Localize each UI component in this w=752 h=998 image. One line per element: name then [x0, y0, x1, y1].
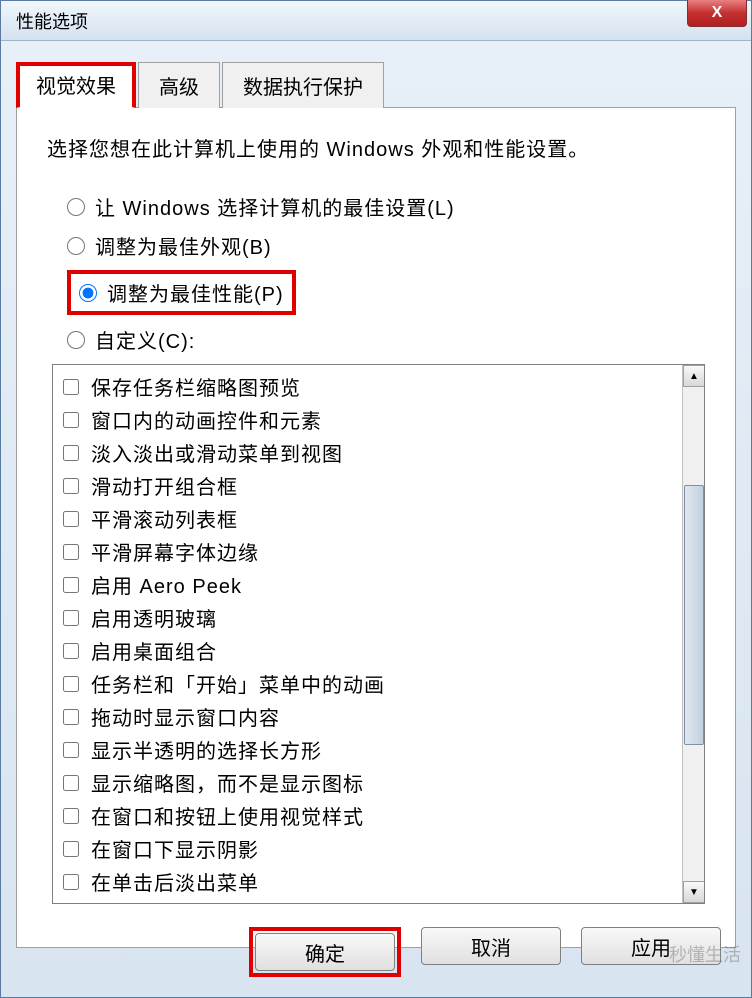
titlebar: 性能选项 X [1, 1, 751, 41]
checkbox-label: 启用 Aero Peek [91, 570, 242, 599]
checkbox-list: 保存任务栏缩略图预览窗口内的动画控件和元素淡入淡出或滑动菜单到视图滑动打开组合框… [52, 364, 705, 904]
checkbox-item[interactable]: 启用 Aero Peek [63, 568, 694, 601]
scroll-down-button[interactable]: ▼ [683, 881, 705, 903]
checkbox-label: 淡入淡出或滑动菜单到视图 [91, 438, 343, 467]
checkbox-label: 显示缩略图，而不是显示图标 [91, 768, 364, 797]
checkbox-input[interactable] [63, 544, 79, 560]
tab-strip: 视觉效果 高级 数据执行保护 [16, 61, 736, 108]
checkbox-input[interactable] [63, 841, 79, 857]
radio-auto-input[interactable] [67, 198, 85, 216]
radio-custom[interactable]: 自定义(C): [67, 325, 705, 354]
checkbox-input[interactable] [63, 676, 79, 692]
checkbox-input[interactable] [63, 511, 79, 527]
button-bar: 确定 取消 应用 [249, 927, 721, 977]
tab-dep[interactable]: 数据执行保护 [222, 62, 384, 108]
radio-custom-input[interactable] [67, 331, 85, 349]
tab-visual-effects[interactable]: 视觉效果 [16, 62, 136, 108]
checkbox-item[interactable]: 窗口内的动画控件和元素 [63, 403, 694, 436]
checkbox-label: 拖动时显示窗口内容 [91, 702, 280, 731]
apply-button[interactable]: 应用 [581, 927, 721, 965]
checkbox-label: 保存任务栏缩略图预览 [91, 372, 301, 401]
scroll-up-button[interactable]: ▲ [683, 365, 705, 387]
checkbox-item[interactable]: 在单击后淡出菜单 [63, 865, 694, 898]
ok-button[interactable]: 确定 [255, 933, 395, 971]
checkbox-item[interactable]: 平滑屏幕字体边缘 [63, 535, 694, 568]
checkbox-input[interactable] [63, 775, 79, 791]
checkbox-item[interactable]: 拖动时显示窗口内容 [63, 700, 694, 733]
checkbox-item[interactable]: 淡入淡出或滑动菜单到视图 [63, 436, 694, 469]
checkbox-input[interactable] [63, 610, 79, 626]
checkbox-item[interactable]: 启用透明玻璃 [63, 601, 694, 634]
checkbox-label: 平滑屏幕字体边缘 [91, 537, 259, 566]
scrollbar[interactable]: ▲ ▼ [682, 365, 704, 903]
tab-panel-visual: 选择您想在此计算机上使用的 Windows 外观和性能设置。 让 Windows… [16, 108, 736, 948]
radio-best-appearance[interactable]: 调整为最佳外观(B) [67, 231, 705, 260]
checkbox-input[interactable] [63, 412, 79, 428]
checkbox-input[interactable] [63, 808, 79, 824]
checkbox-item[interactable]: 保存任务栏缩略图预览 [63, 370, 694, 403]
checkbox-label: 在单击后淡出菜单 [91, 867, 259, 896]
checkbox-input[interactable] [63, 478, 79, 494]
checkbox-input[interactable] [63, 577, 79, 593]
checkbox-label: 在窗口下显示阴影 [91, 834, 259, 863]
checkbox-input[interactable] [63, 742, 79, 758]
performance-options-window: 性能选项 X 视觉效果 高级 数据执行保护 选择您想在此计算机上使用的 Wind… [0, 0, 752, 998]
checkbox-item[interactable]: 平滑滚动列表框 [63, 502, 694, 535]
checkbox-list-inner: 保存任务栏缩略图预览窗口内的动画控件和元素淡入淡出或滑动菜单到视图滑动打开组合框… [53, 365, 704, 904]
chevron-up-icon: ▲ [689, 371, 699, 382]
radio-auto-label: 让 Windows 选择计算机的最佳设置(L) [95, 192, 455, 221]
instruction-text: 选择您想在此计算机上使用的 Windows 外观和性能设置。 [47, 133, 705, 162]
window-title: 性能选项 [16, 8, 88, 34]
checkbox-input[interactable] [63, 709, 79, 725]
checkbox-item[interactable]: 任务栏和「开始」菜单中的动画 [63, 667, 694, 700]
checkbox-item[interactable]: 在视图中淡入淡出或滑动工具条提示 [63, 898, 694, 904]
checkbox-label: 窗口内的动画控件和元素 [91, 405, 322, 434]
checkbox-label: 平滑滚动列表框 [91, 504, 238, 533]
chevron-down-icon: ▼ [689, 887, 699, 898]
radio-auto[interactable]: 让 Windows 选择计算机的最佳设置(L) [67, 192, 705, 221]
checkbox-item[interactable]: 在窗口和按钮上使用视觉样式 [63, 799, 694, 832]
radio-best-performance-input[interactable] [79, 284, 97, 302]
checkbox-item[interactable]: 显示缩略图，而不是显示图标 [63, 766, 694, 799]
close-icon: X [712, 4, 723, 22]
checkbox-input[interactable] [63, 874, 79, 890]
checkbox-label: 显示半透明的选择长方形 [91, 735, 322, 764]
checkbox-label: 滑动打开组合框 [91, 471, 238, 500]
scroll-thumb[interactable] [684, 485, 704, 745]
checkbox-input[interactable] [63, 445, 79, 461]
checkbox-item[interactable]: 在窗口下显示阴影 [63, 832, 694, 865]
radio-best-performance[interactable]: 调整为最佳性能(P) [67, 270, 296, 315]
radio-best-appearance-label: 调整为最佳外观(B) [95, 231, 272, 260]
checkbox-label: 在窗口和按钮上使用视觉样式 [91, 801, 364, 830]
checkbox-label: 启用透明玻璃 [91, 603, 217, 632]
tab-advanced[interactable]: 高级 [138, 62, 220, 108]
close-button[interactable]: X [687, 0, 747, 27]
radio-best-appearance-input[interactable] [67, 237, 85, 255]
ok-button-highlight: 确定 [249, 927, 401, 977]
radio-group: 让 Windows 选择计算机的最佳设置(L) 调整为最佳外观(B) 调整为最佳… [67, 192, 705, 354]
checkbox-input[interactable] [63, 643, 79, 659]
checkbox-item[interactable]: 启用桌面组合 [63, 634, 694, 667]
checkbox-item[interactable]: 滑动打开组合框 [63, 469, 694, 502]
radio-custom-label: 自定义(C): [95, 325, 195, 354]
content-area: 视觉效果 高级 数据执行保护 选择您想在此计算机上使用的 Windows 外观和… [1, 41, 751, 948]
radio-best-performance-row: 调整为最佳性能(P) [67, 270, 705, 315]
checkbox-label: 任务栏和「开始」菜单中的动画 [91, 669, 385, 698]
cancel-button[interactable]: 取消 [421, 927, 561, 965]
checkbox-input[interactable] [63, 379, 79, 395]
checkbox-item[interactable]: 显示半透明的选择长方形 [63, 733, 694, 766]
radio-best-performance-label: 调整为最佳性能(P) [107, 278, 284, 307]
checkbox-label: 在视图中淡入淡出或滑动工具条提示 [91, 900, 427, 904]
checkbox-label: 启用桌面组合 [91, 636, 217, 665]
